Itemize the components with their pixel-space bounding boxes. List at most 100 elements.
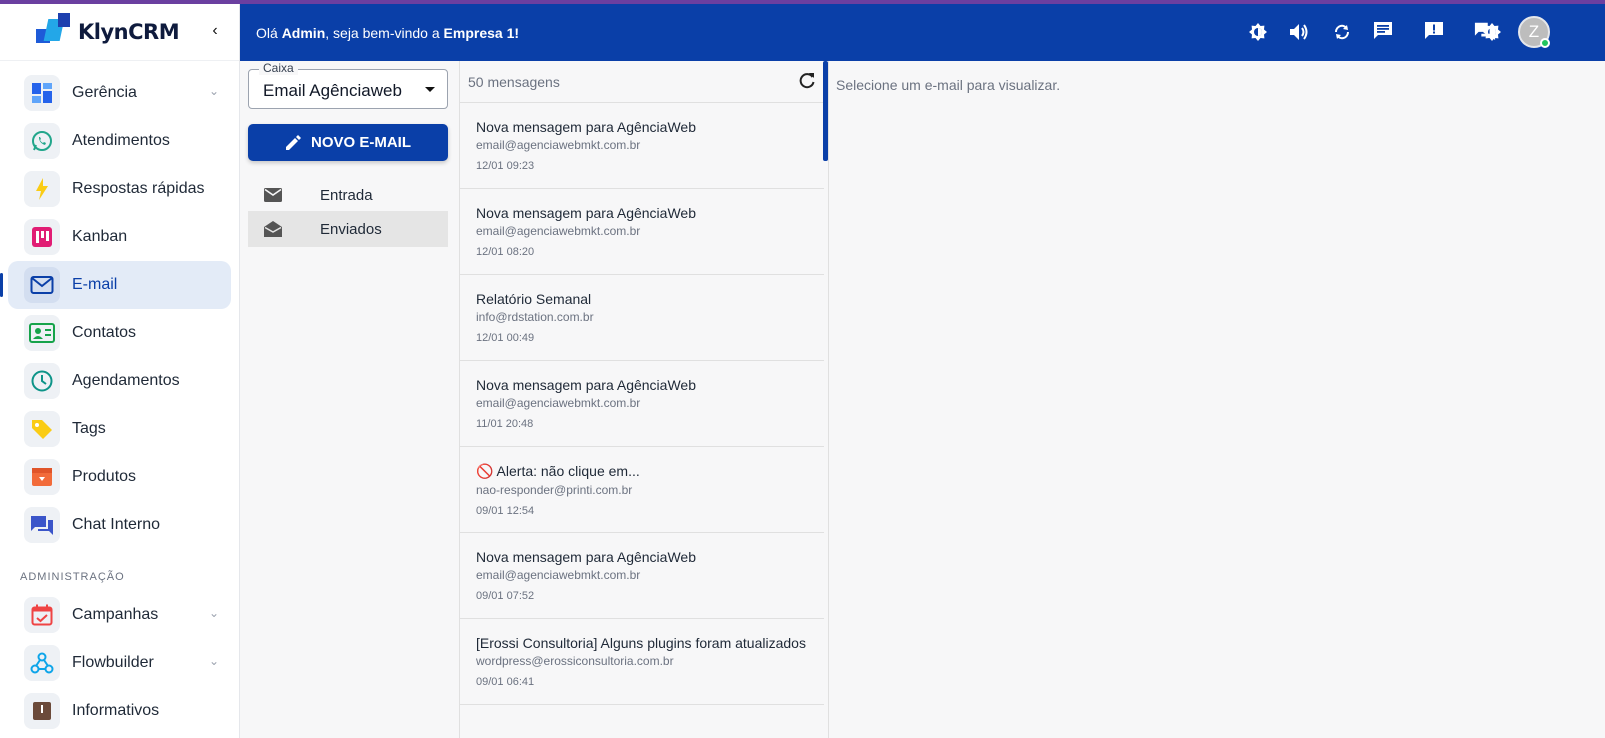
contact-card-icon: [24, 315, 60, 351]
message-item[interactable]: Nova mensagem para AgênciaWeb email@agen…: [460, 361, 824, 447]
sidebar-item-respostas-rapidas[interactable]: Respostas rápidas: [8, 165, 231, 213]
message-item[interactable]: Nova mensagem para AgênciaWeb email@agen…: [460, 189, 824, 275]
bolt-icon: [24, 171, 60, 207]
message-list-scrollbar[interactable]: [823, 61, 828, 161]
message-sender: email@agenciawebmkt.com.br: [476, 396, 641, 410]
collapse-sidebar-button[interactable]: ‹: [205, 22, 225, 40]
message-subject: [Erossi Consultoria] Alguns plugins fora…: [476, 635, 806, 651]
message-subject: 🚫 Alerta: não clique em...: [476, 463, 640, 479]
message-date: 12/01 09:23: [476, 160, 535, 172]
welcome-message: Olá Admin, seja bem-vindo a Empresa 1!: [256, 25, 519, 41]
message-list-header: 50 mensagens: [460, 61, 828, 103]
sidebar-item-atendimentos[interactable]: Atendimentos: [8, 117, 231, 165]
chevron-left-icon: ‹: [212, 22, 218, 39]
message-subject: Nova mensagem para AgênciaWeb: [476, 205, 696, 221]
avatar-letter: Z: [1528, 22, 1540, 41]
forum-icon[interactable]: [1474, 20, 1496, 42]
sidebar-item-agendamentos[interactable]: Agendamentos: [8, 357, 231, 405]
mail-folders-panel: Caixa Email Agênciaweb NOVO E-MAIL Entra…: [248, 61, 448, 738]
greeting-company: Empresa 1: [443, 24, 515, 41]
sidebar-item-label: Contatos: [72, 324, 137, 341]
new-email-label: NOVO E-MAIL: [311, 134, 411, 151]
sidebar-item-flowbuilder[interactable]: Flowbuilder ⌄: [8, 639, 231, 687]
info-icon: [24, 693, 60, 729]
message-sender: email@agenciawebmkt.com.br: [476, 138, 641, 152]
message-icon[interactable]: [1372, 20, 1394, 42]
sidebar-item-label: Informativos: [72, 702, 160, 719]
message-subject: Nova mensagem para AgênciaWeb: [476, 549, 696, 565]
sidebar-item-campanhas[interactable]: Campanhas ⌄: [8, 591, 231, 639]
sidebar-item-label: Campanhas: [72, 606, 159, 623]
chevron-down-icon: ⌄: [208, 606, 219, 620]
message-subject: Relatório Semanal: [476, 291, 592, 307]
webhook-icon: [24, 645, 60, 681]
pencil-icon: [286, 134, 301, 150]
message-sender: wordpress@erossiconsultoria.com.br: [476, 654, 674, 668]
main-nav: Gerência ⌄ Atendimentos Respostas rápida…: [0, 61, 239, 735]
user-avatar[interactable]: Z: [1518, 16, 1550, 48]
sidebar-item-email[interactable]: E-mail: [0, 261, 231, 309]
volume-icon[interactable]: [1288, 21, 1310, 43]
sidebar-item-label: Flowbuilder: [72, 654, 154, 671]
message-sender: info@rdstation.com.br: [476, 310, 594, 324]
online-status-indicator: [1540, 38, 1550, 48]
sidebar-item-label: Tags: [72, 420, 106, 437]
folder-label: Enviados: [320, 220, 382, 238]
brightness-icon[interactable]: [1247, 21, 1269, 43]
top-header: Olá Admin, seja bem-vindo a Empresa 1! Z: [240, 4, 1605, 61]
folder-label: Entrada: [320, 186, 373, 204]
sidebar-item-label: Gerência: [72, 84, 137, 101]
message-item[interactable]: Relatório Semanal info@rdstation.com.br …: [460, 275, 824, 361]
sidebar: KlynCRM ‹ Gerência ⌄ Atendimentos Respos…: [0, 4, 240, 738]
message-list: 50 mensagens Nova mensagem para AgênciaW…: [459, 61, 829, 738]
chevron-down-icon: ⌄: [208, 654, 219, 668]
sidebar-item-kanban[interactable]: Kanban: [8, 213, 231, 261]
message-subject: Nova mensagem para AgênciaWeb: [476, 377, 696, 393]
inbox-mail-icon: [264, 188, 284, 202]
message-item[interactable]: [Erossi Consultoria] Alguns plugins fora…: [460, 619, 824, 705]
message-sender: email@agenciawebmkt.com.br: [476, 568, 641, 582]
greeting-middle: , seja bem-vindo a: [325, 24, 444, 41]
sidebar-item-label: Produtos: [72, 468, 137, 485]
logo-text: KlynCRM: [78, 20, 180, 44]
message-sender: email@agenciawebmkt.com.br: [476, 224, 641, 238]
sidebar-item-produtos[interactable]: Produtos: [8, 453, 231, 501]
sidebar-item-tags[interactable]: Tags: [8, 405, 231, 453]
sidebar-item-label: E-mail: [72, 276, 118, 293]
product-box-icon: [24, 459, 60, 495]
message-item[interactable]: 🚫 Alerta: não clique em... nao-responder…: [460, 447, 824, 533]
sidebar-item-label: Respostas rápidas: [72, 180, 205, 197]
sidebar-item-chat-interno[interactable]: Chat Interno: [8, 501, 231, 549]
admin-section-title: ADMINISTRAÇÃO: [20, 571, 125, 583]
message-date: 09/01 07:52: [476, 590, 535, 602]
tag-icon: [24, 411, 60, 447]
message-count: 50 mensagens: [468, 73, 560, 90]
sidebar-item-contatos[interactable]: Contatos: [8, 309, 231, 357]
sidebar-item-label: Atendimentos: [72, 132, 170, 149]
whatsapp-icon: [24, 123, 60, 159]
email-page: Caixa Email Agênciaweb NOVO E-MAIL Entra…: [240, 61, 1605, 738]
new-email-button[interactable]: NOVO E-MAIL: [248, 124, 448, 161]
folder-inbox[interactable]: Entrada: [248, 177, 448, 213]
message-date: 11/01 20:48: [476, 418, 534, 430]
message-date: 12/01 00:49: [476, 332, 535, 344]
alert-message-icon[interactable]: [1423, 20, 1445, 42]
chevron-down-icon: ⌄: [208, 84, 219, 98]
dashboard-icon: [24, 75, 60, 111]
chat-icon: [24, 507, 60, 543]
refresh-icon[interactable]: [798, 72, 816, 95]
open-mail-icon: [264, 221, 284, 237]
message-item[interactable]: Nova mensagem para AgênciaWeb email@agen…: [460, 103, 824, 189]
greeting-user: Admin: [281, 24, 326, 41]
clock-icon: [24, 363, 60, 399]
message-date: 12/01 08:20: [476, 246, 535, 258]
mailbox-select-label: Caixa: [259, 61, 298, 75]
sidebar-item-label: Agendamentos: [72, 372, 180, 389]
refresh-icon[interactable]: [1331, 21, 1353, 43]
folder-sent[interactable]: Enviados: [248, 211, 448, 247]
message-sender: nao-responder@printi.com.br: [476, 483, 633, 497]
mailbox-select[interactable]: Caixa Email Agênciaweb: [248, 61, 448, 109]
sidebar-item-gerencia[interactable]: Gerência ⌄: [8, 69, 231, 117]
message-item[interactable]: Nova mensagem para AgênciaWeb email@agen…: [460, 533, 824, 619]
sidebar-item-informativos[interactable]: Informativos: [8, 687, 231, 735]
